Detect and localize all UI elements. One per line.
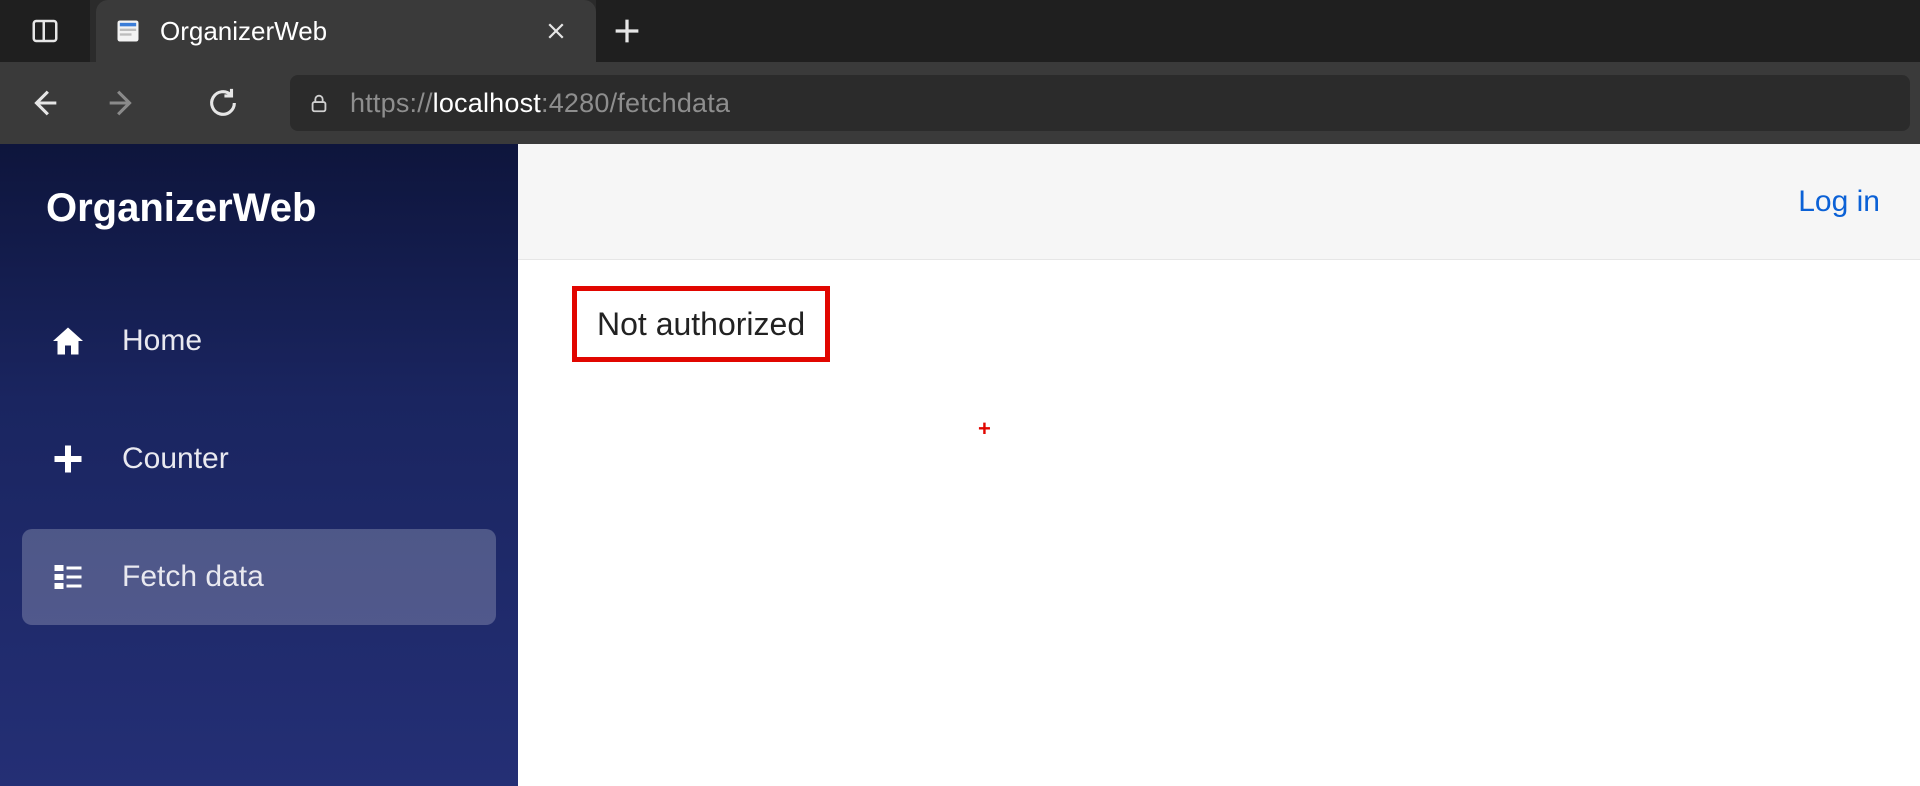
sidebar-item-fetch-data[interactable]: Fetch data	[22, 529, 496, 625]
tab-strip: OrganizerWeb	[0, 0, 1920, 62]
login-link[interactable]: Log in	[1798, 185, 1880, 219]
new-tab-button[interactable]	[596, 0, 658, 62]
url-port: :4280	[541, 88, 610, 118]
lock-icon	[306, 90, 332, 116]
tab-strip-fill	[658, 0, 1920, 62]
content: Not authorized +	[518, 260, 1920, 786]
address-bar[interactable]: https://localhost:4280/fetchdata	[290, 75, 1910, 131]
brand-title[interactable]: OrganizerWeb	[0, 166, 518, 281]
browser-chrome: OrganizerWeb https://localhost:4280/fet	[0, 0, 1920, 144]
window-panel-icon[interactable]	[0, 0, 90, 62]
plus-icon	[48, 439, 88, 479]
back-button[interactable]	[10, 75, 80, 131]
topbar: Log in	[518, 144, 1920, 260]
url-host: localhost	[433, 88, 541, 118]
favicon-icon	[114, 17, 142, 45]
app-root: OrganizerWeb Home Counter Fetch data	[0, 144, 1920, 786]
not-authorized-message: Not authorized	[572, 286, 830, 362]
home-icon	[48, 321, 88, 361]
sidebar-item-home[interactable]: Home	[22, 293, 496, 389]
sidebar-item-label: Home	[122, 324, 202, 358]
refresh-button[interactable]	[188, 75, 258, 131]
url-path: /fetchdata	[610, 88, 731, 118]
sidebar-nav: Home Counter Fetch data	[0, 281, 518, 625]
url-text: https://localhost:4280/fetchdata	[350, 88, 730, 119]
tab-title: OrganizerWeb	[160, 16, 524, 47]
main-area: Log in Not authorized +	[518, 144, 1920, 786]
forward-button[interactable]	[86, 75, 156, 131]
browser-tab-active[interactable]: OrganizerWeb	[96, 0, 596, 62]
url-scheme: https://	[350, 88, 433, 118]
sidebar-item-label: Counter	[122, 442, 229, 476]
sidebar-item-label: Fetch data	[122, 560, 264, 594]
red-plus-marker: +	[978, 416, 991, 442]
sidebar: OrganizerWeb Home Counter Fetch data	[0, 144, 518, 786]
browser-toolbar: https://localhost:4280/fetchdata	[0, 62, 1920, 144]
list-icon	[48, 557, 88, 597]
tab-close-button[interactable]	[542, 17, 570, 45]
sidebar-item-counter[interactable]: Counter	[22, 411, 496, 507]
